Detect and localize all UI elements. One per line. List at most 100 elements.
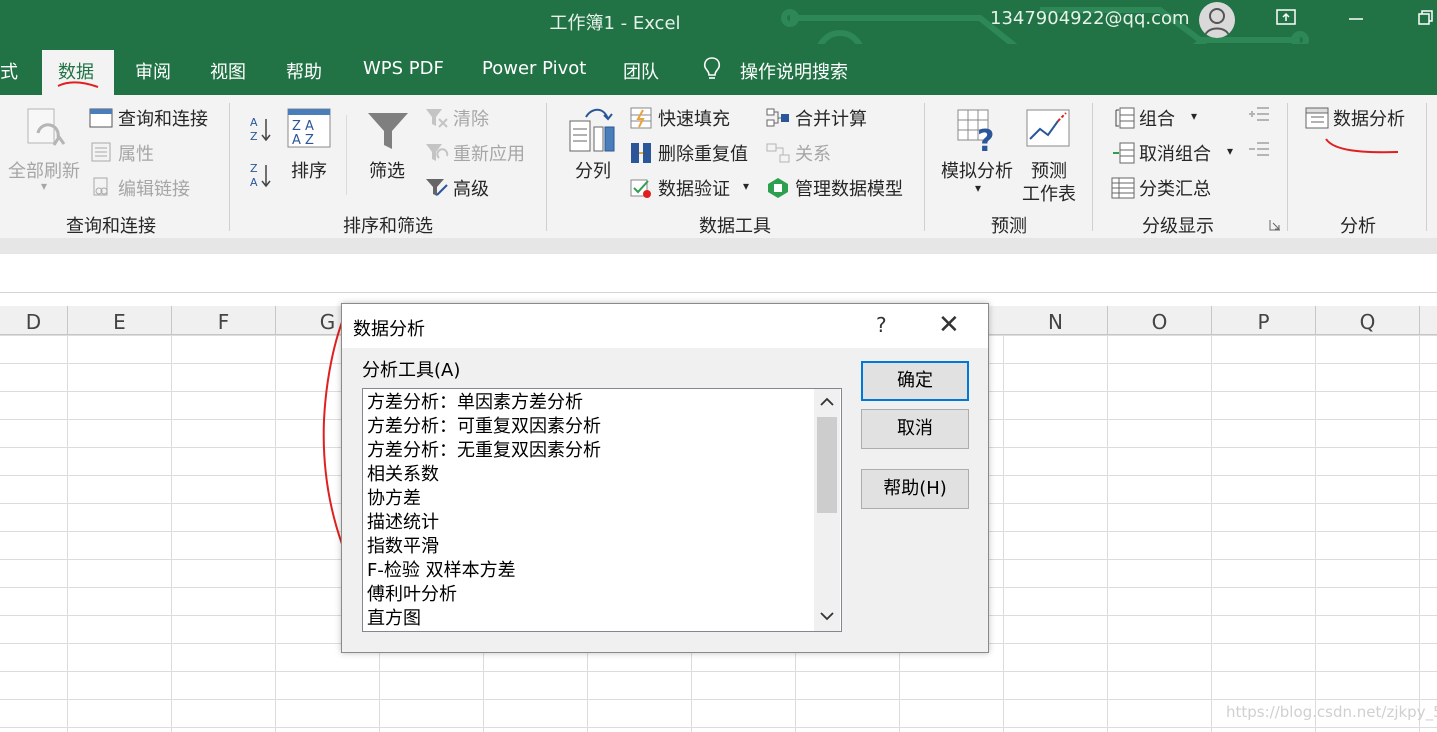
data-validation-button[interactable]: 数据验证 xyxy=(658,175,730,201)
reapply-button[interactable]: 重新应用 xyxy=(453,140,525,166)
edit-links-icon xyxy=(93,177,108,196)
remove-duplicates-icon xyxy=(631,143,651,163)
list-item[interactable]: 方差分析：可重复双因素分析 xyxy=(367,415,601,439)
group-label-query: 查询和连接 xyxy=(66,216,156,237)
list-item[interactable]: 描述统计 xyxy=(367,511,439,535)
sort-dialog-icon: Z A A Z xyxy=(287,108,331,148)
subtotal-button[interactable]: 分类汇总 xyxy=(1139,175,1211,201)
title-bar: 工作簿1 - Excel 1347904922@qq.com xyxy=(0,0,1437,83)
dialog-help-icon[interactable]: ? xyxy=(876,313,887,337)
edit-links-button[interactable]: 编辑链接 xyxy=(118,175,190,201)
list-item[interactable]: 傅利叶分析 xyxy=(367,583,457,607)
tab-data[interactable]: 数据 xyxy=(42,50,114,95)
data-validation-dropdown-icon[interactable]: ▾ xyxy=(743,179,749,193)
list-item[interactable]: 指数平滑 xyxy=(367,535,439,559)
restore-button[interactable] xyxy=(1408,8,1437,32)
advanced-button[interactable]: 高级 xyxy=(453,175,489,201)
ungroup-dropdown-icon[interactable]: ▾ xyxy=(1227,144,1233,158)
avatar[interactable] xyxy=(1199,2,1235,38)
svg-text:A: A xyxy=(250,116,258,129)
data-analysis-button[interactable]: 数据分析 xyxy=(1333,105,1405,131)
consolidate-button[interactable]: 合并计算 xyxy=(795,105,867,131)
group-divider xyxy=(1426,103,1427,231)
what-if-dropdown-icon[interactable]: ▾ xyxy=(975,181,981,195)
column-header-q[interactable]: Q xyxy=(1316,306,1420,334)
svg-text:Z: Z xyxy=(250,162,258,175)
data-validation-icon xyxy=(630,179,651,198)
svg-text:Z A: Z A xyxy=(292,119,314,134)
ribbon-display-options-button[interactable] xyxy=(1268,8,1304,32)
refresh-all-dropdown-icon[interactable]: ▾ xyxy=(41,179,47,193)
watermark: https://blog.csdn.net/zjkpy_5 xyxy=(1226,703,1437,721)
manage-data-model-button[interactable]: 管理数据模型 xyxy=(795,175,903,201)
tab-wps-pdf[interactable]: WPS PDF xyxy=(363,58,444,79)
relationships-button[interactable]: 关系 xyxy=(795,140,831,166)
grid-line xyxy=(1315,335,1316,732)
show-detail-icon[interactable] xyxy=(1247,105,1271,127)
dialog-launcher-icon[interactable] xyxy=(1269,219,1281,231)
ok-button[interactable]: 确定 xyxy=(861,361,969,401)
grid-line xyxy=(1107,335,1108,732)
tab-view[interactable]: 视图 xyxy=(210,58,246,84)
data-analysis-dialog: 数据分析 ? ✕ 分析工具(A) 方差分析：单因素方差分析 方差分析：可重复双因… xyxy=(341,303,989,653)
column-header-d[interactable]: D xyxy=(0,306,68,334)
sort-ascending-icon[interactable]: A Z xyxy=(249,115,273,143)
filter-button[interactable]: 筛选 xyxy=(369,157,405,183)
properties-button[interactable]: 属性 xyxy=(118,140,154,166)
group-dropdown-icon[interactable]: ▾ xyxy=(1191,109,1197,123)
grid-line xyxy=(1003,335,1004,732)
flash-fill-icon xyxy=(630,107,652,129)
scroll-down-icon[interactable] xyxy=(819,611,835,621)
account-email[interactable]: 1347904922@qq.com xyxy=(990,8,1190,29)
svg-text:?: ? xyxy=(977,124,994,153)
sort-descending-icon[interactable]: Z A xyxy=(249,161,273,189)
analysis-tools-list[interactable]: 方差分析：单因素方差分析 方差分析：可重复双因素分析 方差分析：无重复双因素分析… xyxy=(362,388,842,632)
red-annotation-underline xyxy=(57,81,99,88)
list-item[interactable]: 直方图 xyxy=(367,607,421,631)
formula-bar[interactable] xyxy=(0,254,1437,293)
grid-line xyxy=(171,335,172,732)
column-header-o[interactable]: O xyxy=(1108,306,1212,334)
group-button[interactable]: 组合 xyxy=(1139,105,1175,131)
cancel-button[interactable]: 取消 xyxy=(861,409,969,449)
tab-help[interactable]: 帮助 xyxy=(286,58,322,84)
column-header-f[interactable]: F xyxy=(172,306,276,334)
flash-fill-button[interactable]: 快速填充 xyxy=(658,105,730,131)
properties-icon xyxy=(91,142,111,162)
minimize-button[interactable] xyxy=(1338,8,1374,32)
list-item[interactable]: 协方差 xyxy=(367,487,421,511)
list-item[interactable]: 相关系数 xyxy=(367,463,439,487)
scrollbar-thumb[interactable] xyxy=(817,417,837,513)
what-if-analysis-button[interactable]: 模拟分析 xyxy=(941,157,1013,183)
column-header-n[interactable]: N xyxy=(1004,306,1108,334)
lightbulb-icon xyxy=(703,57,721,79)
text-to-columns-icon xyxy=(569,108,615,152)
list-item[interactable]: 方差分析：无重复双因素分析 xyxy=(367,439,601,463)
tab-review[interactable]: 审阅 xyxy=(135,58,171,84)
ungroup-button[interactable]: 取消组合 xyxy=(1139,140,1211,166)
scroll-up-icon[interactable] xyxy=(819,397,835,407)
hide-detail-icon[interactable] xyxy=(1247,140,1271,162)
tab-team[interactable]: 团队 xyxy=(623,58,659,84)
tab-formulas-partial[interactable]: 式 xyxy=(0,58,18,84)
close-icon[interactable]: ✕ xyxy=(938,310,960,340)
tab-power-pivot[interactable]: Power Pivot xyxy=(482,58,586,79)
help-button[interactable]: 帮助(H) xyxy=(861,469,969,509)
list-scrollbar[interactable] xyxy=(814,389,840,631)
group-label-outline: 分级显示 xyxy=(1142,216,1214,237)
query-connections-icon xyxy=(89,108,113,128)
remove-duplicates-button[interactable]: 删除重复值 xyxy=(658,140,748,166)
sort-button[interactable]: 排序 xyxy=(291,157,327,183)
list-item[interactable]: 方差分析：单因素方差分析 xyxy=(367,391,583,415)
column-header-e[interactable]: E xyxy=(68,306,172,334)
query-connections-button[interactable]: 查询和连接 xyxy=(118,105,208,131)
column-header-p[interactable]: P xyxy=(1212,306,1316,334)
subtotal-icon xyxy=(1111,177,1135,199)
dialog-title: 数据分析 xyxy=(353,319,425,340)
text-to-columns-button[interactable]: 分列 xyxy=(575,157,611,183)
tell-me-search[interactable]: 操作说明搜索 xyxy=(740,58,848,84)
group-divider xyxy=(546,103,547,231)
clear-button[interactable]: 清除 xyxy=(453,105,489,131)
list-item[interactable]: F-检验 双样本方差 xyxy=(367,559,516,583)
inner-divider xyxy=(346,115,347,195)
